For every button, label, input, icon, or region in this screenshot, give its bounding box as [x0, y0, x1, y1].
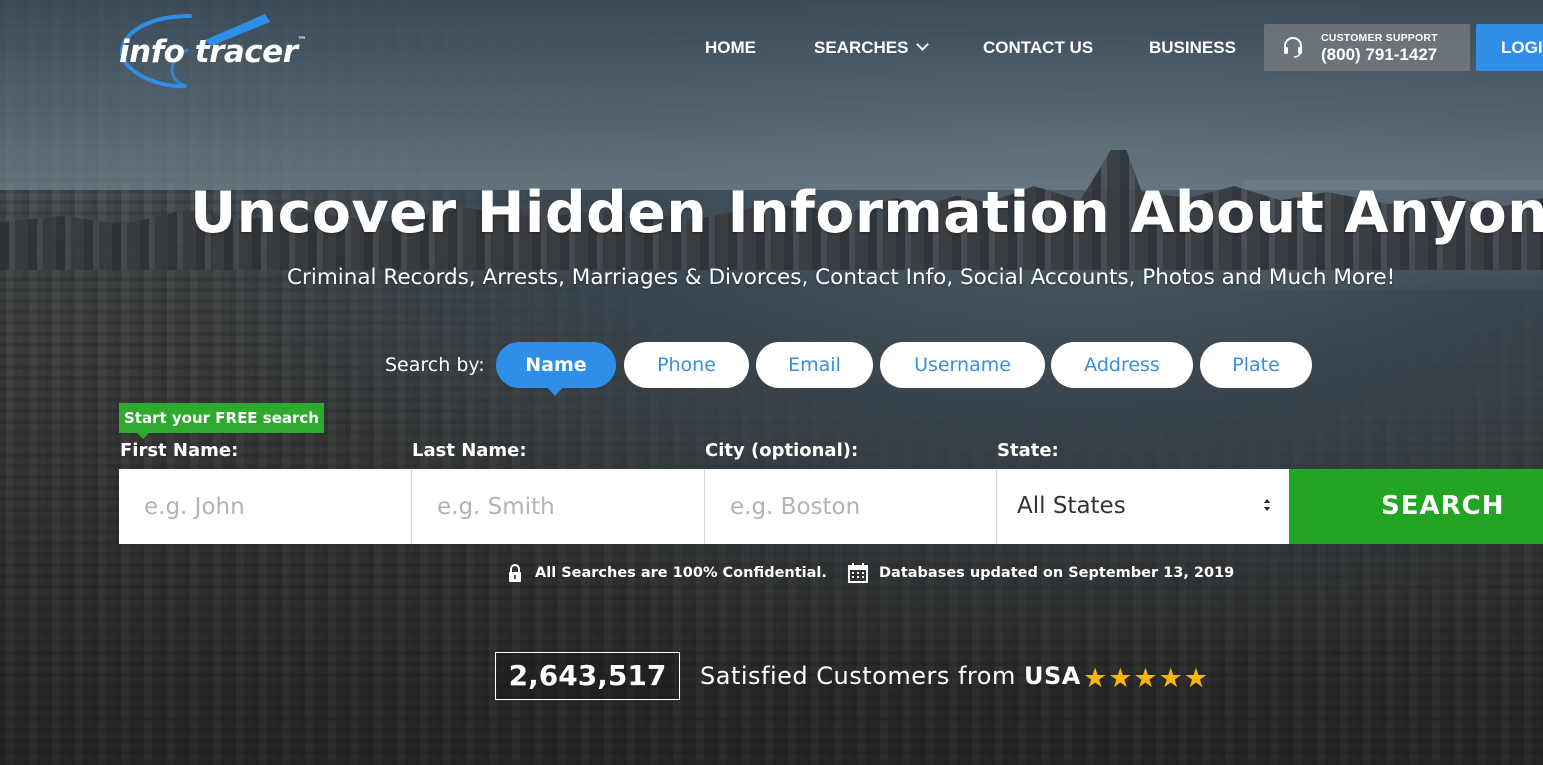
customer-counter: 2,643,517	[495, 652, 680, 700]
state-select[interactable]: All States	[997, 469, 1289, 544]
page: info tracer™ HOME SEARCHES CONTACT US BU…	[0, 0, 1543, 765]
tab-name[interactable]: Name	[496, 342, 616, 388]
tab-username[interactable]: Username	[880, 342, 1045, 388]
nav-contact-us[interactable]: CONTACT US	[983, 38, 1093, 58]
lock-icon	[509, 564, 521, 582]
tab-plate[interactable]: Plate	[1200, 342, 1312, 388]
logo-text: info tracer™	[119, 34, 306, 70]
header: info tracer™ HOME SEARCHES CONTACT US BU…	[0, 0, 1543, 100]
page-subtitle: Criminal Records, Arrests, Marriages & D…	[287, 265, 1396, 290]
city-input[interactable]	[705, 469, 997, 544]
nav-searches-label: SEARCHES	[814, 38, 909, 57]
state-label: State:	[997, 440, 1059, 461]
calendar-icon	[848, 563, 868, 583]
active-tab-pointer	[546, 386, 564, 396]
chevron-down-icon	[916, 38, 930, 51]
search-form: All States SEARCH	[119, 469, 1543, 544]
logo[interactable]: info tracer™	[115, 8, 330, 90]
last-name-label: Last Name:	[412, 440, 527, 461]
database-updated-note: Databases updated on September 13, 2019	[879, 565, 1235, 581]
support-phone[interactable]: (800) 791-1427	[1321, 45, 1437, 65]
headset-icon	[1284, 37, 1302, 58]
page-title: Uncover Hidden Information About Anyone	[190, 180, 1543, 246]
satisfied-customers-text: Satisfied Customers from USA	[700, 662, 1081, 690]
city-label: City (optional):	[705, 440, 859, 461]
nav-searches[interactable]: SEARCHES	[814, 38, 930, 58]
tab-address[interactable]: Address	[1051, 342, 1193, 388]
login-button[interactable]: LOGIN	[1476, 24, 1543, 71]
country-text: USA	[1023, 662, 1081, 690]
nav-business[interactable]: BUSINESS	[1149, 38, 1236, 58]
first-name-input[interactable]	[119, 469, 412, 544]
state-selected-value: All States	[1017, 493, 1126, 519]
first-name-label: First Name:	[120, 440, 239, 461]
customer-support-box[interactable]: CUSTOMER SUPPORT (800) 791-1427	[1264, 24, 1470, 71]
search-button[interactable]: SEARCH	[1289, 469, 1543, 544]
tab-email[interactable]: Email	[756, 342, 873, 388]
last-name-input[interactable]	[412, 469, 705, 544]
rating-stars-icon: ★★★★★	[1083, 663, 1210, 693]
support-label: CUSTOMER SUPPORT	[1321, 32, 1438, 44]
select-arrows-icon	[1264, 499, 1270, 511]
tab-phone[interactable]: Phone	[624, 342, 749, 388]
nav-home[interactable]: HOME	[705, 38, 756, 58]
search-by-label: Search by:	[385, 354, 485, 376]
satisfied-text: Satisfied Customers from	[700, 662, 1024, 690]
free-search-badge: Start your FREE search	[119, 403, 324, 439]
confidential-note: All Searches are 100% Confidential.	[535, 565, 827, 581]
